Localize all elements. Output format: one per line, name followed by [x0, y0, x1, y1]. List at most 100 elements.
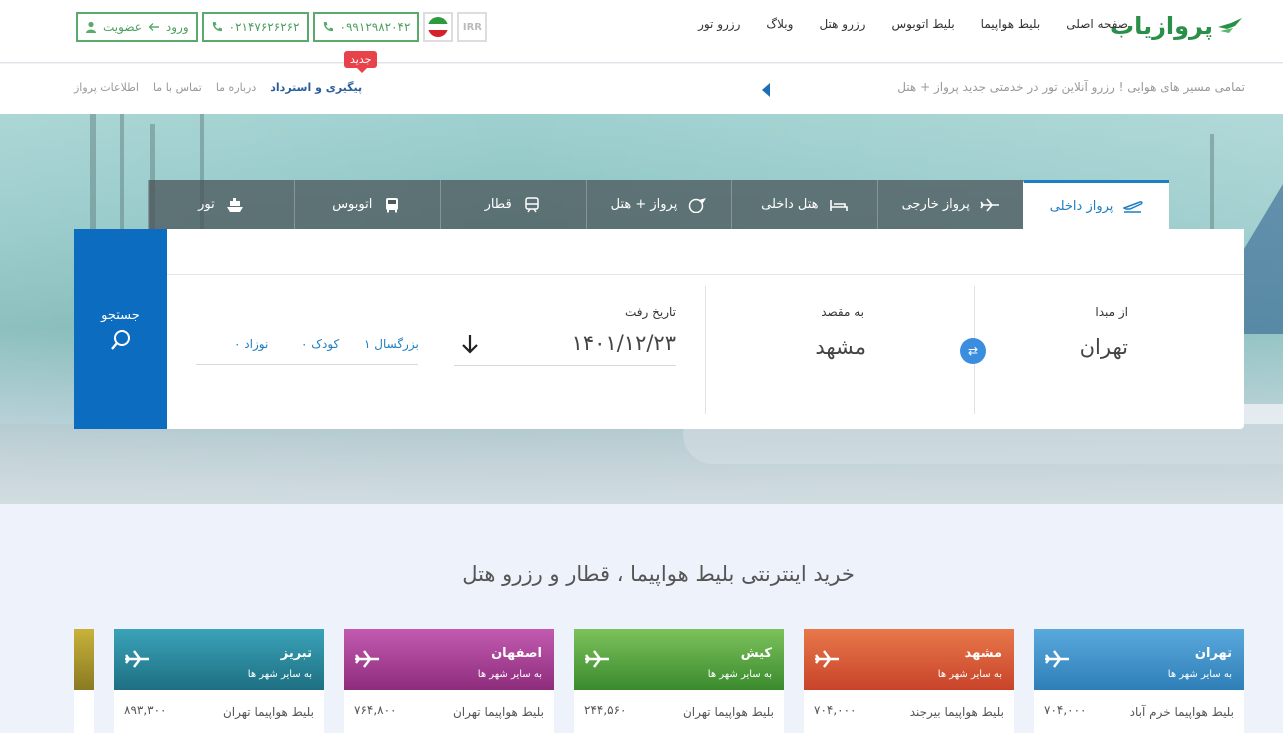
- sub-links: پیگیری و استرداد درباره ما تماس با ما اط…: [74, 81, 362, 94]
- card-description: بلیط هواپیما خرم آباد: [1129, 705, 1234, 719]
- link-tracking-refund[interactable]: پیگیری و استرداد: [270, 81, 362, 94]
- plane-icon: [1045, 650, 1069, 668]
- tab-label: پرواز داخلی: [1049, 198, 1114, 214]
- card-price: ۷۶۴,۸۰۰: [354, 703, 397, 717]
- bed-icon: [829, 199, 848, 211]
- card-city: اصفهان: [491, 646, 542, 661]
- tab-domestic-hotel[interactable]: هتل داخلی: [731, 180, 878, 229]
- tab-international-flight[interactable]: پرواز خارجی: [877, 180, 1024, 229]
- card-description: بلیط هواپیما تهران: [222, 705, 314, 719]
- card-subtitle: به سایر شهر ها: [1167, 669, 1232, 680]
- origin-label: از مبدا: [1095, 305, 1128, 319]
- new-badge: جدید: [344, 51, 378, 73]
- currency-button[interactable]: IRR: [457, 12, 488, 42]
- nav-blog[interactable]: وبلاگ: [766, 17, 793, 31]
- card-description: بلیط هواپیما بیرجند: [909, 705, 1004, 719]
- destination-card-mashhad[interactable]: مشهد به سایر شهر ها بلیط هواپیما بیرجند …: [804, 629, 1014, 733]
- card-subtitle: به سایر شهر ها: [937, 669, 1002, 680]
- search-label: جستجو: [101, 307, 140, 323]
- ship-icon: [226, 197, 243, 212]
- destination-card-isfahan[interactable]: اصفهان به سایر شهر ها بلیط هواپیما تهران…: [344, 629, 554, 733]
- tab-label: تور: [198, 197, 215, 212]
- plane-icon: [980, 197, 999, 212]
- header-actions: عضویت ورود ۰۲۱۴۷۶۲۶۲۶۲ ۰۹۹۱۲۹۸۲۰۴۲ IRR: [76, 12, 488, 42]
- card-city: تبریز: [280, 646, 312, 661]
- destination-card-tehran[interactable]: تهران به سایر شهر ها بلیط هواپیما خرم آب…: [1034, 629, 1244, 733]
- destination-card-tabriz[interactable]: تبریز به سایر شهر ها بلیط هواپیما تهران …: [114, 629, 324, 733]
- card-subtitle: به سایر شهر ها: [247, 669, 312, 680]
- globe-plane-icon: [689, 197, 707, 213]
- tab-bus[interactable]: اتوبوس: [293, 180, 440, 229]
- nav-tour[interactable]: رزرو تور: [698, 17, 740, 31]
- search-tabs: پرواز داخلی پرواز خارجی هتل داخلی پرواز …: [147, 180, 1169, 229]
- infants-selector[interactable]: ۰ نوزاد: [234, 337, 268, 351]
- arrow-down-icon[interactable]: [460, 333, 480, 355]
- tab-label: پرواز + هتل: [610, 197, 678, 212]
- logo[interactable]: پروازیاب: [1110, 12, 1243, 40]
- card-price: ۲۴۴,۵۶۰: [584, 703, 627, 717]
- card-city: تهران: [1194, 646, 1232, 661]
- tab-label: پرواز خارجی: [901, 197, 970, 212]
- phone-button-2[interactable]: ۰۹۹۱۲۹۸۲۰۴۲: [312, 12, 420, 42]
- destination-card-kish[interactable]: کیش به سایر شهر ها بلیط هواپیما تهران ۲۴…: [574, 629, 784, 733]
- destination-card-partial[interactable]: [74, 629, 94, 733]
- nav-flight-ticket[interactable]: بلیط هواپیما: [981, 17, 1041, 31]
- nav-bus-ticket[interactable]: بلیط اتوبوس: [891, 17, 954, 31]
- plane-icon: [585, 650, 609, 668]
- card-city: مشهد: [964, 646, 1002, 661]
- news-ticker[interactable]: تمامی مسیر های هوایی ! رزرو آنلاین تور د…: [897, 80, 1245, 94]
- user-icon: [86, 21, 96, 33]
- link-contact[interactable]: تماس با ما: [153, 81, 202, 94]
- search-button[interactable]: جستجو: [74, 229, 167, 429]
- account-button[interactable]: عضویت ورود: [76, 12, 198, 42]
- phone-icon: [212, 22, 222, 32]
- nav-home[interactable]: صفحه اصلی: [1066, 17, 1128, 31]
- plane-icon: [125, 650, 149, 668]
- tab-label: اتوبوس: [332, 197, 373, 212]
- logo-bird-icon: [1218, 18, 1242, 33]
- card-price: ۷۰۴,۰۰۰: [1044, 703, 1087, 717]
- phone-icon: [323, 22, 333, 32]
- main-nav: صفحه اصلی بلیط هواپیما بلیط اتوبوس رزرو …: [698, 17, 1128, 31]
- origin-field[interactable]: تهران: [1080, 335, 1128, 359]
- plane-takeoff-icon: [1123, 201, 1144, 213]
- card-price: ۸۹۳,۳۰۰: [124, 703, 167, 717]
- departure-date-field[interactable]: ۱۴۰۱/۱۲/۲۳: [572, 331, 676, 355]
- train-icon: [524, 196, 539, 212]
- destination-label: به مقصد: [821, 305, 864, 319]
- phone-button-1[interactable]: ۰۲۱۴۷۶۲۶۲۶۲: [201, 12, 309, 42]
- bus-icon: [386, 197, 399, 212]
- iran-flag-icon: [428, 17, 449, 37]
- ticker-prev-arrow-icon[interactable]: [762, 83, 770, 97]
- tab-label: هتل داخلی: [761, 197, 819, 212]
- link-about[interactable]: درباره ما: [216, 81, 256, 94]
- swap-button[interactable]: ⇄: [960, 338, 986, 364]
- tab-domestic-flight[interactable]: پرواز داخلی: [1023, 180, 1169, 229]
- card-description: بلیط هواپیما تهران: [682, 705, 774, 719]
- adults-selector[interactable]: ۱ بزرگسال: [364, 337, 419, 351]
- tab-label: قطار: [484, 197, 512, 212]
- nav-hotel[interactable]: رزرو هتل: [819, 17, 865, 31]
- login-label: ورود: [165, 20, 189, 34]
- departure-date-label: تاریخ رفت: [624, 305, 676, 319]
- sub-bar: تمامی مسیر های هوایی ! رزرو آنلاین تور د…: [0, 64, 1283, 114]
- search-icon: [110, 329, 130, 350]
- plane-icon: [355, 650, 379, 668]
- card-subtitle: به سایر شهر ها: [707, 669, 772, 680]
- link-flight-info[interactable]: اطلاعات پرواز: [74, 81, 139, 94]
- children-selector[interactable]: ۰ کودک: [301, 337, 339, 351]
- destination-field[interactable]: مشهد: [815, 335, 866, 359]
- tab-flight-hotel[interactable]: پرواز + هتل: [585, 180, 732, 229]
- card-image: [74, 629, 94, 690]
- top-header: پروازیاب صفحه اصلی بلیط هواپیما بلیط اتو…: [0, 0, 1283, 63]
- tab-tour[interactable]: تور: [147, 180, 294, 229]
- signup-label: عضویت: [103, 20, 142, 34]
- card-description: بلیط هواپیما تهران: [452, 705, 544, 719]
- search-form: جستجو از مبدا تهران ⇄ به مقصد مشهد تاریخ…: [74, 229, 1244, 429]
- phone-number-2: ۰۹۹۱۲۹۸۲۰۴۲: [339, 20, 411, 34]
- section-title: خرید اینترنتی بلیط هواپیما ، قطار و رزرو…: [462, 562, 855, 586]
- card-city: کیش: [740, 646, 772, 661]
- tab-train[interactable]: قطار: [439, 180, 586, 229]
- language-flag-button[interactable]: [423, 12, 454, 42]
- card-subtitle: به سایر شهر ها: [477, 669, 542, 680]
